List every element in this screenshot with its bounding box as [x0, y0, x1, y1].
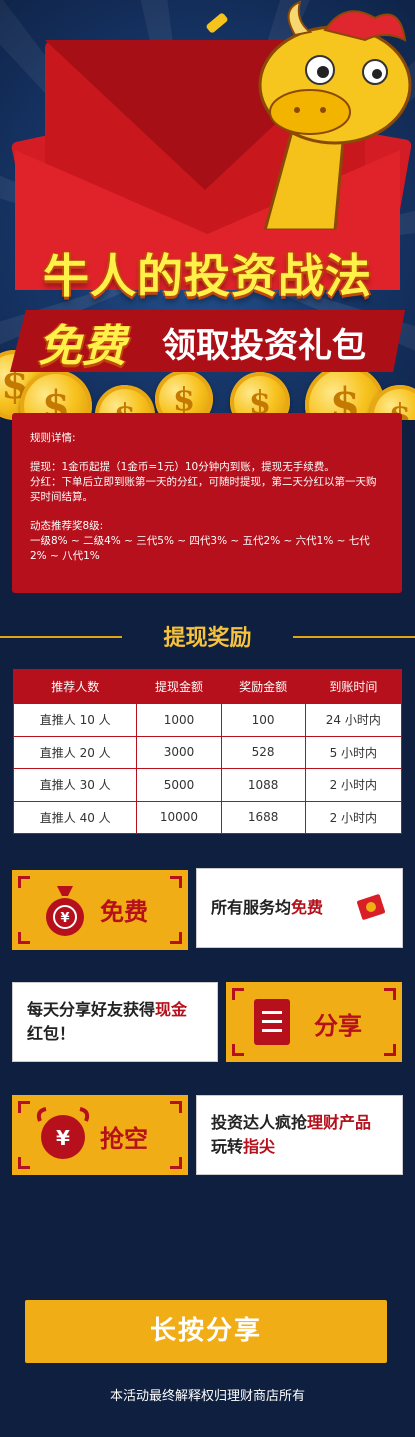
- grab-text: 投资达人疯抢理财产品 玩转指尖: [211, 1113, 372, 1156]
- table-cell: 1000: [136, 703, 222, 737]
- table-row: 直推人 40 人 10000 1688 2 小时内: [12, 800, 403, 834]
- free-card: ¥ 免费: [12, 870, 188, 950]
- share-text: 每天分享好友获得现金 红包！: [27, 1000, 188, 1043]
- grab-card: ¥ 抢空: [12, 1095, 188, 1175]
- table-cell: 5 小时内: [304, 735, 403, 769]
- rules-referral-levels: 一级8% ~ 二级4% ~ 三代5% ~ 四代3% ~ 五代2% ~ 六代1% …: [30, 535, 370, 562]
- rules-withdraw: 提现：1金币起提（1金币=1元）10分钟内到账，提现无手续费。: [30, 461, 335, 473]
- table-cell: 2 小时内: [304, 800, 403, 834]
- share-button[interactable]: 长按分享: [25, 1300, 387, 1363]
- hero-banner: $ $ $ $ $ $ $ 牛人的投资战法 免费 领取投资礼包: [0, 0, 415, 420]
- table-cell: 5000: [136, 768, 222, 802]
- table-cell: 1688: [220, 800, 306, 834]
- table-cell: 直推人 20 人: [12, 735, 138, 769]
- hero-title: 牛人的投资战法: [43, 249, 372, 303]
- table-cell: 直推人 40 人: [12, 800, 138, 834]
- share-text-card: 每天分享好友获得现金 红包！: [12, 982, 218, 1062]
- document-icon: [254, 999, 290, 1045]
- hero-subtitle-free: 免费: [38, 321, 126, 372]
- table-header: 推荐人数: [12, 669, 138, 704]
- table-cell: 528: [220, 735, 306, 769]
- table-cell: 1088: [220, 768, 306, 802]
- table-row: 直推人 30 人 5000 1088 2 小时内: [12, 768, 403, 802]
- rules-heading: 规则详情:: [30, 432, 76, 444]
- rules-panel: 规则详情: 提现：1金币起提（1金币=1元）10分钟内到账，提现无手续费。 分红…: [12, 413, 402, 593]
- table-row: 直推人 10 人 1000 100 24 小时内: [12, 703, 403, 737]
- table-header: 到账时间: [304, 669, 403, 704]
- rules-referral-heading: 动态推荐奖8级:: [30, 520, 104, 532]
- table-header: 提现金额: [136, 669, 222, 704]
- table-header: 奖励金额: [220, 669, 306, 704]
- free-text: 所有服务均免费: [211, 898, 324, 917]
- table-row: 直推人 20 人 3000 528 5 小时内: [12, 735, 403, 769]
- free-text-card: 所有服务均免费: [196, 868, 403, 948]
- section-title: 提现奖励: [163, 626, 252, 651]
- bull-mascot-icon: [258, 0, 412, 230]
- rules-dividend: 分红：下单后立即到账第一天的分红，可随时提现，第二天分红以第一天购买时间结算。: [30, 476, 377, 503]
- table-cell: 100: [220, 703, 306, 737]
- table-cell: 直推人 10 人: [12, 703, 138, 737]
- table-cell: 3000: [136, 735, 222, 769]
- hero-subtitle: 领取投资礼包: [162, 326, 366, 366]
- svg-text:¥: ¥: [60, 911, 69, 926]
- money-bag-icon: ¥: [46, 886, 84, 936]
- reward-table: 推荐人数 提现金额 奖励金额 到账时间 直推人 10 人 1000 100 24…: [12, 669, 403, 834]
- alarm-clock-icon: ¥: [36, 1107, 90, 1159]
- table-cell: 24 小时内: [304, 703, 403, 737]
- share-label: 分享: [314, 1012, 362, 1040]
- red-envelope-icon: [357, 894, 385, 920]
- footer-disclaimer: 本活动最终解释权归理财商店所有: [109, 1389, 305, 1404]
- table-cell: 直推人 30 人: [12, 768, 138, 802]
- table-header-row: 推荐人数 提现金额 奖励金额 到账时间: [12, 669, 403, 704]
- share-card: 分享: [226, 982, 402, 1062]
- grab-label: 抢空: [100, 1125, 148, 1153]
- table-cell: 10000: [136, 800, 222, 834]
- svg-text:¥: ¥: [56, 1126, 70, 1150]
- table-cell: 2 小时内: [304, 768, 403, 802]
- grab-text-card: 投资达人疯抢理财产品 玩转指尖: [196, 1095, 403, 1175]
- free-label: 免费: [100, 898, 148, 926]
